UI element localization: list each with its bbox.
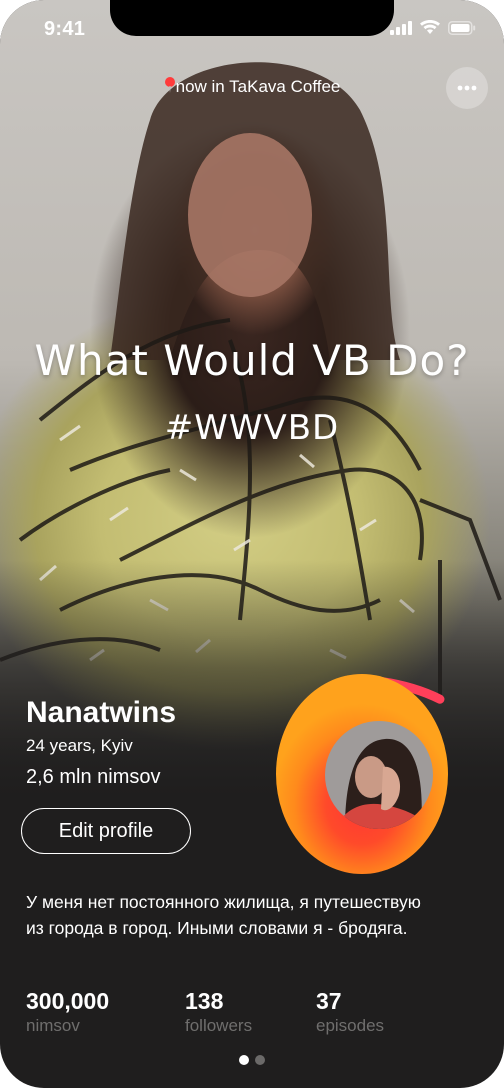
stat-nimsov[interactable]: 300,000 nimsov — [26, 988, 109, 1036]
avatar[interactable] — [276, 666, 448, 878]
edit-profile-button[interactable]: Edit profile — [21, 808, 191, 854]
battery-icon — [448, 20, 476, 35]
stat-label: followers — [185, 1016, 253, 1035]
location-text: now in TaKava Coffee — [175, 77, 341, 96]
cover-title: What Would VB Do? — [34, 336, 470, 385]
wifi-icon — [420, 20, 440, 34]
profile-bio: У меня нет постоянного жилища, я путешес… — [26, 892, 421, 938]
stat-label: nimsov — [26, 1016, 80, 1035]
page-dot[interactable] — [255, 1055, 265, 1065]
page-dot-active[interactable] — [239, 1055, 249, 1065]
current-location: now in TaKava Coffee — [0, 77, 504, 97]
more-options-button[interactable] — [446, 67, 488, 109]
stat-value: 138 — [185, 988, 224, 1014]
avatar-portrait-image — [325, 721, 433, 829]
status-bar: 9:41 — [0, 0, 504, 60]
phone-screen: 9:41 now in TaKava Coffee What Would VB … — [0, 0, 504, 1088]
profile-nimsov-total: 2,6 mln nimsov — [26, 766, 161, 788]
stat-followers[interactable]: 138 followers — [185, 988, 252, 1036]
page-indicator — [0, 1055, 504, 1065]
cellular-signal-icon — [390, 20, 412, 35]
stat-value: 300,000 — [26, 988, 110, 1014]
avatar-photo — [325, 721, 433, 829]
profile-age-city: 24 years, Kyiv — [26, 736, 133, 755]
ellipsis-icon — [457, 85, 477, 91]
status-time: 9:41 — [44, 18, 86, 40]
stat-value: 37 — [316, 988, 342, 1014]
location-pin-icon — [164, 77, 175, 93]
stat-episodes[interactable]: 37 episodes — [316, 988, 384, 1036]
profile-name: Nanatwins — [26, 696, 177, 729]
stat-label: episodes — [316, 1016, 385, 1035]
device-notch — [110, 0, 394, 36]
cover-hashtag: #WWVBD — [164, 408, 340, 448]
status-icons — [390, 20, 476, 35]
